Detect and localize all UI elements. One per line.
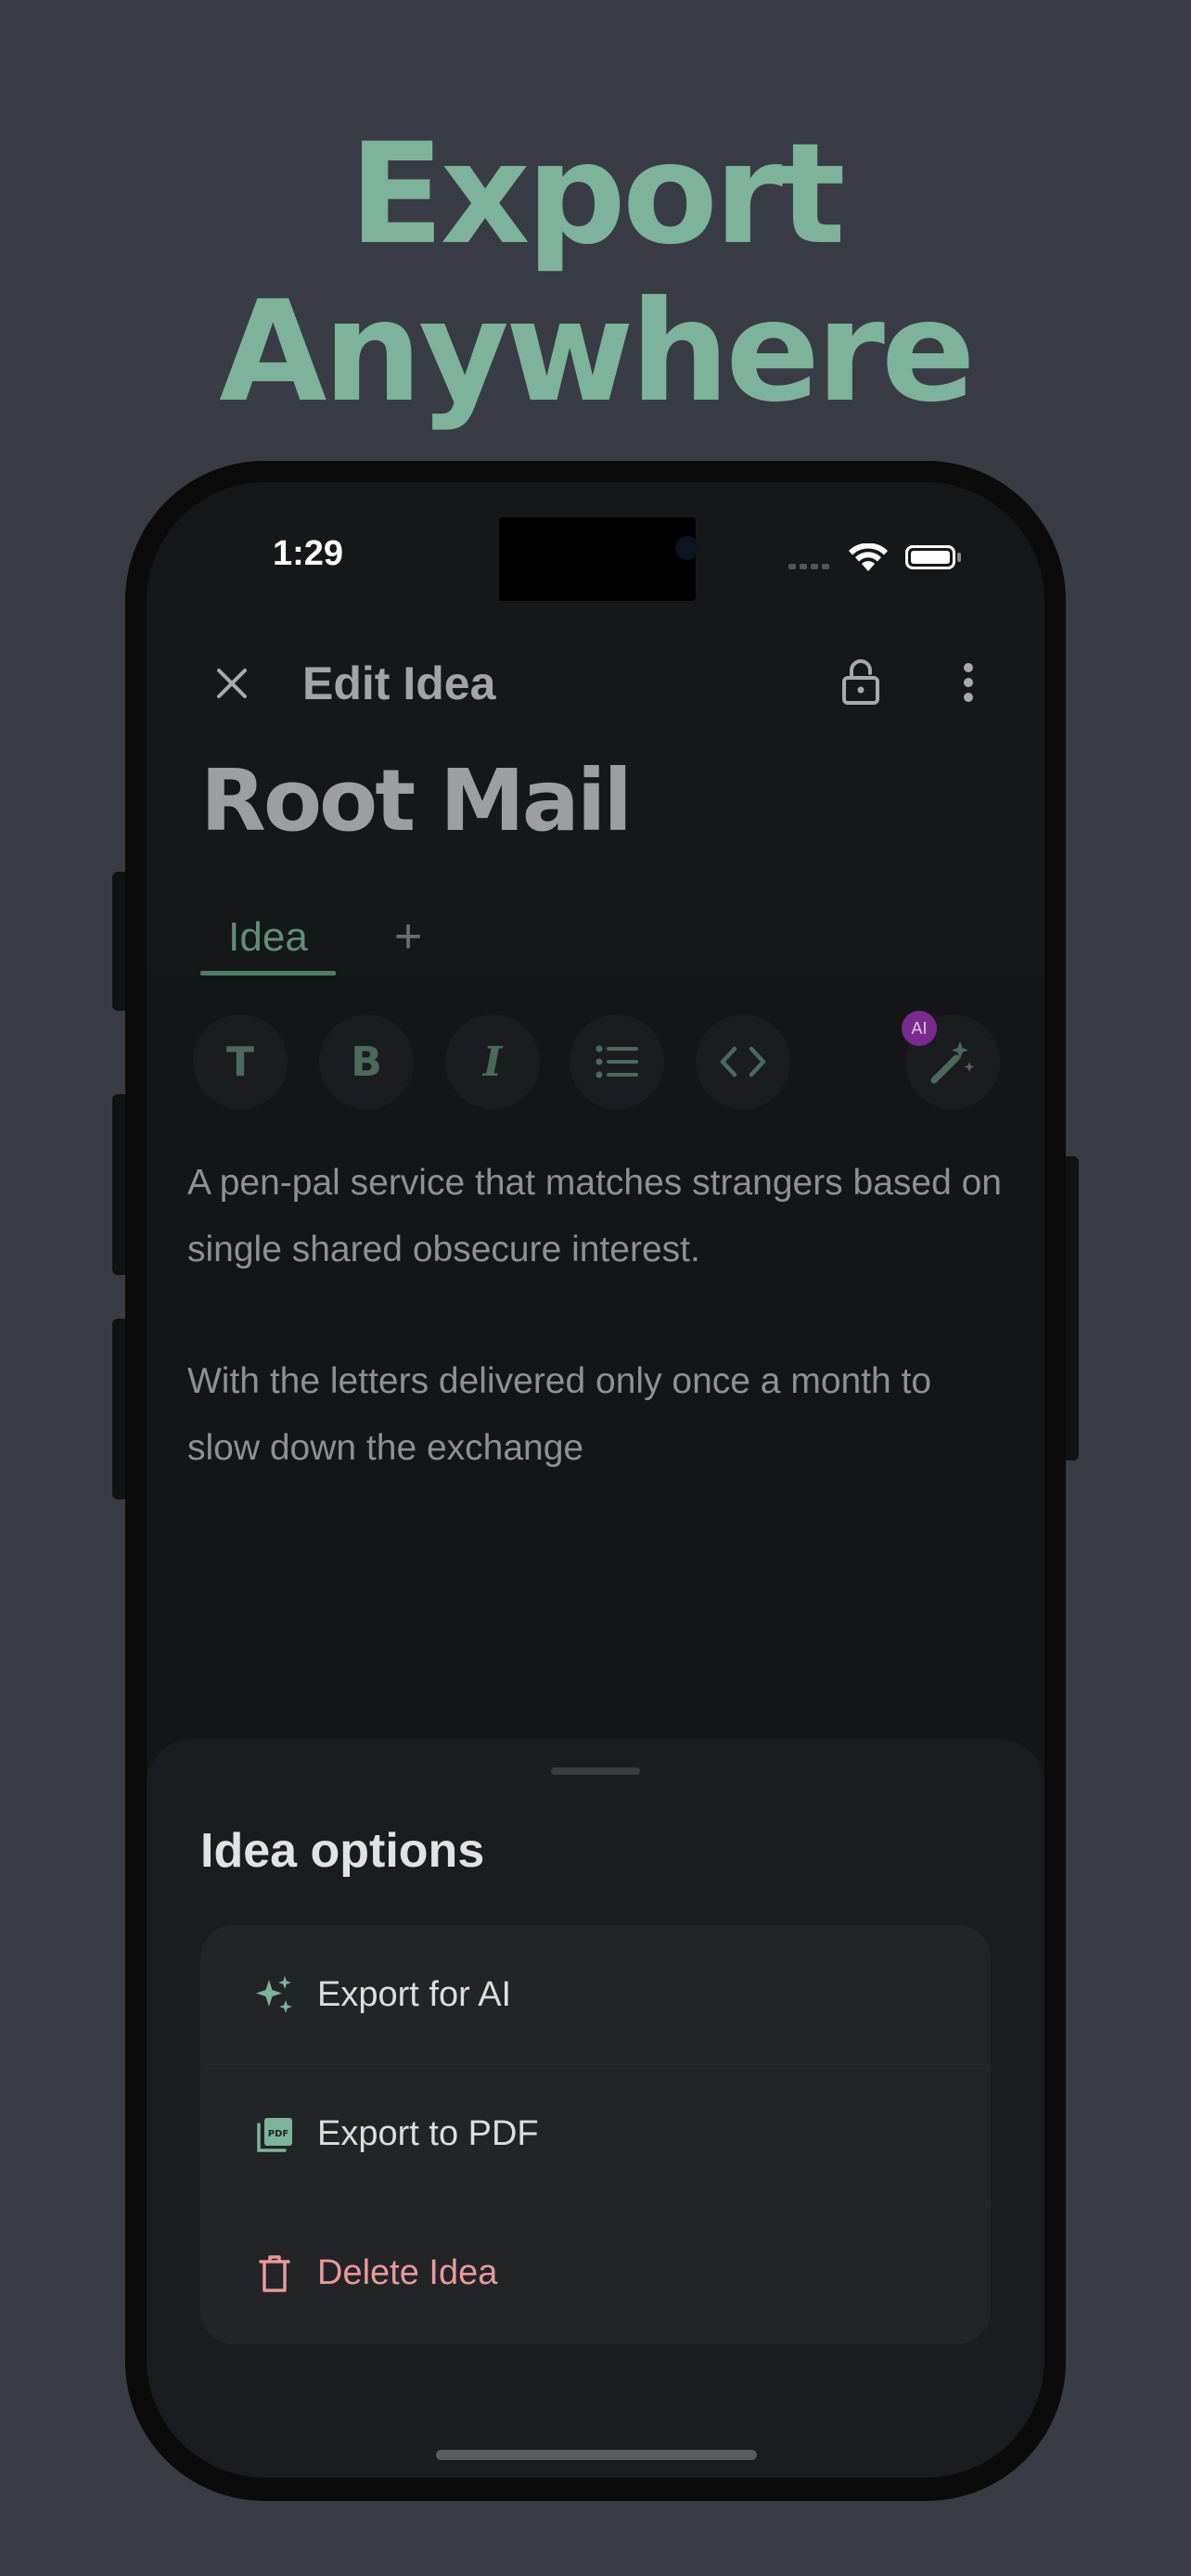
bold-icon: B (351, 1038, 382, 1086)
delete-idea-label: Delete Idea (317, 2253, 498, 2292)
hero-line-1: Export (349, 114, 845, 275)
screenshot-canvas: Export Anywhere 1:29 Edit Idea Root Mail… (0, 0, 1191, 2576)
list-button[interactable] (570, 1014, 664, 1109)
battery-cap (957, 553, 961, 562)
italic-button[interactable]: I (445, 1014, 540, 1109)
hero-heading: Export Anywhere (0, 116, 1191, 431)
appbar-title: Edit Idea (302, 657, 496, 709)
lock-open-icon (842, 659, 879, 705)
text-style-button[interactable]: T (193, 1014, 288, 1109)
sheet-drag-handle[interactable] (551, 1767, 640, 1775)
hero-line-2: Anywhere (219, 272, 975, 433)
body-paragraph: A pen-pal service that matches strangers… (187, 1163, 1002, 1269)
body-paragraph: With the letters delivered only once a m… (187, 1361, 932, 1468)
export-for-ai-label: Export for AI (317, 1974, 512, 2014)
tab-idea[interactable]: Idea (200, 890, 336, 976)
italic-icon: I (482, 1038, 503, 1086)
phone-screen: 1:29 Edit Idea Root Mail Idea + T B I AI… (147, 482, 1044, 2478)
tab-selected-indicator (200, 971, 336, 976)
pdf-icon: PDF (252, 2112, 297, 2157)
ai-badge: AI (902, 1011, 937, 1046)
battery-icon (905, 545, 955, 569)
sparkles-icon (252, 1972, 297, 2017)
idea-options-sheet: Idea options Export for AI PDF Export to… (147, 1740, 1044, 2478)
status-time: 1:29 (273, 534, 344, 573)
battery-level (911, 551, 950, 564)
close-button[interactable] (202, 654, 262, 713)
lock-button[interactable] (831, 653, 890, 712)
wifi-icon (848, 542, 889, 578)
idea-body[interactable]: A pen-pal service that matches strangers… (187, 1150, 1004, 1482)
delete-idea-option[interactable]: Delete Idea (200, 2203, 991, 2342)
code-icon (720, 1046, 766, 1078)
add-tab-button[interactable]: + (380, 909, 436, 964)
signal-icon (788, 564, 829, 569)
list-icon (596, 1045, 638, 1078)
export-to-pdf-option[interactable]: PDF Export to PDF (200, 2064, 991, 2203)
idea-title[interactable]: Root Mail (200, 751, 633, 850)
camera-icon (675, 536, 699, 560)
export-for-ai-option[interactable]: Export for AI (200, 1925, 991, 2064)
sheet-title: Idea options (200, 1824, 485, 1878)
close-icon (217, 669, 247, 698)
svg-text:PDF: PDF (268, 2129, 288, 2139)
more-vertical-icon (964, 663, 973, 702)
bold-button[interactable]: B (319, 1014, 414, 1109)
home-indicator[interactable] (436, 2450, 757, 2460)
code-button[interactable] (696, 1014, 790, 1109)
more-options-button[interactable] (939, 653, 998, 712)
magic-wand-icon (930, 1041, 975, 1084)
trash-icon (252, 2251, 297, 2296)
dynamic-island (499, 517, 696, 601)
tab-idea-label: Idea (228, 914, 308, 960)
text-style-icon: T (225, 1038, 254, 1086)
options-list: Export for AI PDF Export to PDF Delete I… (200, 1925, 991, 2344)
export-to-pdf-label: Export to PDF (317, 2114, 539, 2153)
